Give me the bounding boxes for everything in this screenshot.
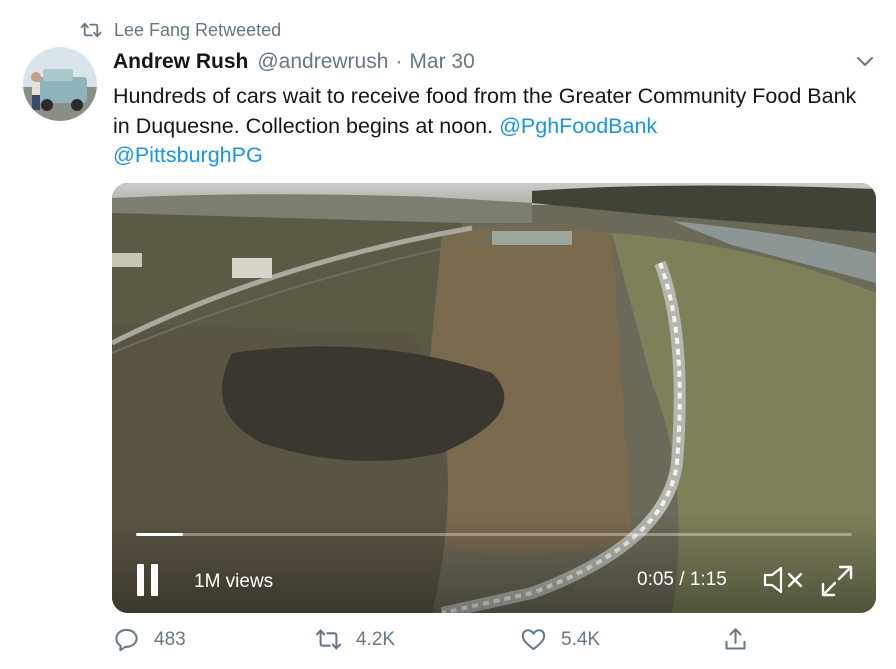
pause-icon <box>137 564 144 596</box>
view-count: 1M views <box>194 571 274 592</box>
header-separator: · <box>395 50 403 73</box>
like-count: 5.4K <box>561 628 601 650</box>
like-button[interactable]: 5.4K <box>520 626 600 653</box>
video-time: 0:05 / 1:15 <box>637 569 727 590</box>
video-progress-bar[interactable] <box>136 533 852 536</box>
retweet-icon <box>316 629 341 650</box>
tweet-body-text: Hundreds of cars wait to receive food fr… <box>113 84 857 138</box>
muted-speaker-icon[interactable] <box>762 564 804 596</box>
video-progress-fill <box>136 533 183 536</box>
reply-button[interactable]: 483 <box>113 626 186 653</box>
retweet-context: Lee Fang Retweeted <box>80 18 281 42</box>
tweet-actions: 483 4.2K 5.4K <box>0 626 896 662</box>
controls-overlay <box>112 513 876 613</box>
heart-icon <box>521 629 546 651</box>
author-name[interactable]: Andrew Rush <box>113 50 248 74</box>
share-icon <box>725 628 746 650</box>
avatar[interactable] <box>23 47 97 121</box>
retweet-button[interactable]: 4.2K <box>315 626 395 653</box>
video-player[interactable]: 1M views 0:05 / 1:15 <box>112 183 876 613</box>
pause-icon-bar <box>151 564 158 596</box>
retweeted-by-text[interactable]: Lee Fang Retweeted <box>114 20 281 41</box>
author-handle[interactable]: @andrewrush <box>257 50 388 74</box>
share-button[interactable] <box>722 626 749 653</box>
retweet-count: 4.2K <box>356 628 396 650</box>
pause-button[interactable] <box>134 564 164 596</box>
mention-link-pittsburghpg[interactable]: @PittsburghPG <box>113 143 263 167</box>
fullscreen-icon[interactable] <box>820 564 854 598</box>
tweet-date[interactable]: Mar 30 <box>409 50 474 74</box>
tweet-text: Hundreds of cars wait to receive food fr… <box>113 82 873 171</box>
chevron-down-icon[interactable] <box>852 48 878 74</box>
retweet-icon <box>80 22 102 38</box>
reply-icon <box>115 628 138 652</box>
reply-count: 483 <box>154 628 186 650</box>
mention-link-pghfoodbank[interactable]: @PghFoodBank <box>499 114 657 138</box>
tweet-header: Andrew Rush @andrewrush · Mar 30 <box>113 50 475 74</box>
